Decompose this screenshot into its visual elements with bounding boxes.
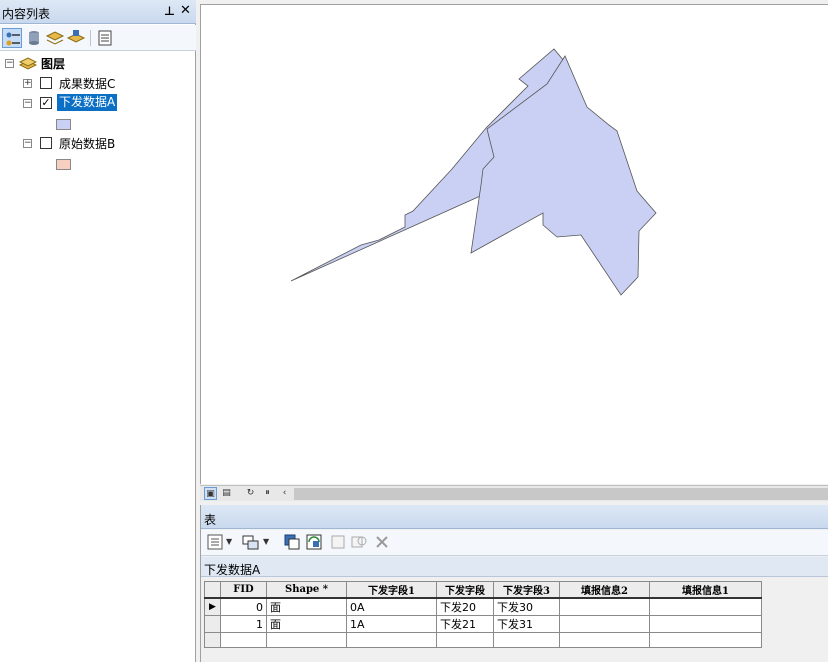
column-header-field3[interactable]: 下发字段3 — [493, 581, 560, 599]
table-options-icon[interactable] — [206, 533, 224, 551]
list-by-visibility-icon[interactable] — [45, 28, 65, 48]
table-row[interactable]: ▶ 0 面 0A 下发20 下发30 — [204, 597, 762, 616]
map-data-view[interactable] — [200, 4, 828, 484]
column-header-field2[interactable]: 下发字段 — [436, 581, 494, 599]
list-by-source-icon[interactable] — [24, 28, 44, 48]
layer-b-expander[interactable]: − — [23, 139, 32, 148]
row-selector-current[interactable]: ▶ — [204, 597, 221, 616]
toolbar-separator — [90, 30, 91, 46]
table-toolbar: ▼ ▼ — [201, 530, 828, 556]
row-selector-new[interactable] — [204, 632, 221, 648]
close-icon[interactable]: ✕ — [180, 3, 191, 18]
cell-empty[interactable] — [436, 632, 494, 648]
cell-info1[interactable] — [649, 597, 762, 616]
cell-empty[interactable] — [220, 632, 267, 648]
delete-selected-icon[interactable] — [373, 533, 391, 551]
column-header-info1[interactable]: 填报信息1 — [649, 581, 762, 599]
row-selector-header[interactable] — [204, 581, 221, 599]
tree-root-layers[interactable]: − 图层 — [0, 54, 196, 72]
column-header-fid[interactable]: FID — [220, 581, 267, 599]
attribute-table-grid: FID Shape * 下发字段1 下发字段 下发字段3 填报信息2 填报信息1… — [204, 581, 762, 648]
layer-c-checkbox[interactable] — [40, 77, 52, 89]
feature-polygon-1[interactable] — [470, 55, 657, 296]
column-header-shape[interactable]: Shape * — [266, 581, 347, 599]
column-header-info2[interactable]: 填报信息2 — [559, 581, 650, 599]
refresh-icon[interactable]: ↻ — [244, 487, 257, 500]
cell-empty[interactable] — [346, 632, 437, 648]
zoom-to-selected-icon[interactable] — [350, 533, 368, 551]
toc-title-bar: 内容列表 ⊥ ✕ — [0, 0, 196, 24]
row-selector[interactable] — [204, 615, 221, 633]
cell-info2[interactable] — [559, 597, 650, 616]
layer-b-symbol-swatch[interactable] — [56, 159, 71, 170]
layers-stack-icon — [18, 55, 38, 71]
column-header-field1[interactable]: 下发字段1 — [346, 581, 437, 599]
arcmap-window: 内容列表 ⊥ ✕ − 图层 + 成果数据C − ✓ 下发数据A − 原始数据B … — [0, 0, 828, 662]
table-layer-name: 下发数据A — [204, 563, 261, 577]
table-title-bar: 表 — [201, 505, 828, 529]
attribute-table-panel: 表 ▼ ▼ 下发数据A FID Shape * 下发字段1 下发字段 下发字段3… — [200, 505, 828, 662]
cell-empty[interactable] — [266, 632, 347, 648]
layer-a-label[interactable]: 下发数据A — [57, 94, 118, 111]
pause-icon[interactable]: ⏸ — [261, 487, 274, 500]
toc-toolbar — [0, 25, 196, 51]
select-by-attributes-icon[interactable] — [283, 533, 301, 551]
cell-field3[interactable]: 下发31 — [493, 615, 560, 633]
cell-shape[interactable]: 面 — [266, 615, 347, 633]
list-by-selection-icon[interactable] — [66, 28, 86, 48]
table-row[interactable]: 1 面 1A 下发21 下发31 — [204, 615, 762, 633]
cell-field3[interactable]: 下发30 — [493, 597, 560, 616]
layer-a-checkbox[interactable]: ✓ — [40, 97, 52, 109]
cell-empty[interactable] — [649, 632, 762, 648]
layer-b-label[interactable]: 原始数据B — [59, 135, 115, 152]
cell-fid[interactable]: 0 — [220, 597, 267, 616]
horizontal-scrollbar[interactable] — [294, 488, 828, 500]
layout-view-icon[interactable]: ▤ — [220, 487, 233, 500]
table-header-row: FID Shape * 下发字段1 下发字段 下发字段3 填报信息2 填报信息1 — [204, 581, 762, 599]
options-icon[interactable] — [95, 28, 115, 48]
map-view-bar: ▣ ▤ ↻ ⏸ ‹ — [200, 485, 828, 501]
data-view-icon[interactable]: ▣ — [204, 487, 217, 500]
cell-field2[interactable]: 下发21 — [436, 615, 494, 633]
cell-shape[interactable]: 面 — [266, 597, 347, 616]
cell-info2[interactable] — [559, 615, 650, 633]
layer-a-expander[interactable]: − — [23, 99, 32, 108]
table-title: 表 — [204, 513, 217, 527]
layer-b-checkbox[interactable] — [40, 137, 52, 149]
table-options-dropdown-icon[interactable]: ▼ — [226, 537, 232, 546]
related-tables-icon[interactable] — [242, 533, 260, 551]
table-of-contents-panel: 内容列表 ⊥ ✕ − 图层 + 成果数据C − ✓ 下发数据A − 原始数据B — [0, 0, 196, 662]
layer-node-b[interactable]: − 原始数据B — [0, 134, 196, 152]
cell-fid[interactable]: 1 — [220, 615, 267, 633]
list-by-drawing-order-icon[interactable] — [2, 28, 22, 48]
related-tables-dropdown-icon[interactable]: ▼ — [263, 537, 269, 546]
layer-node-a[interactable]: − ✓ 下发数据A — [0, 94, 196, 112]
layer-node-c[interactable]: + 成果数据C — [0, 74, 196, 92]
root-label: 图层 — [41, 57, 66, 71]
cell-field2[interactable]: 下发20 — [436, 597, 494, 616]
root-expander[interactable]: − — [5, 59, 14, 68]
toc-title: 内容列表 — [2, 7, 51, 21]
cell-info1[interactable] — [649, 615, 762, 633]
cell-empty[interactable] — [559, 632, 650, 648]
table-layer-tab[interactable]: 下发数据A — [201, 557, 828, 577]
layer-c-label[interactable]: 成果数据C — [59, 75, 115, 92]
layer-c-expander[interactable]: + — [23, 79, 32, 88]
layer-a-symbol-swatch[interactable] — [56, 119, 71, 130]
scroll-left-icon[interactable]: ‹ — [278, 487, 291, 500]
cell-field1[interactable]: 0A — [346, 597, 437, 616]
table-new-row[interactable] — [204, 632, 762, 648]
map-canvas[interactable] — [201, 5, 828, 485]
clear-selection-icon[interactable] — [329, 533, 347, 551]
pin-icon[interactable]: ⊥ — [164, 4, 175, 18]
cell-empty[interactable] — [493, 632, 560, 648]
switch-selection-icon[interactable] — [305, 533, 323, 551]
cell-field1[interactable]: 1A — [346, 615, 437, 633]
